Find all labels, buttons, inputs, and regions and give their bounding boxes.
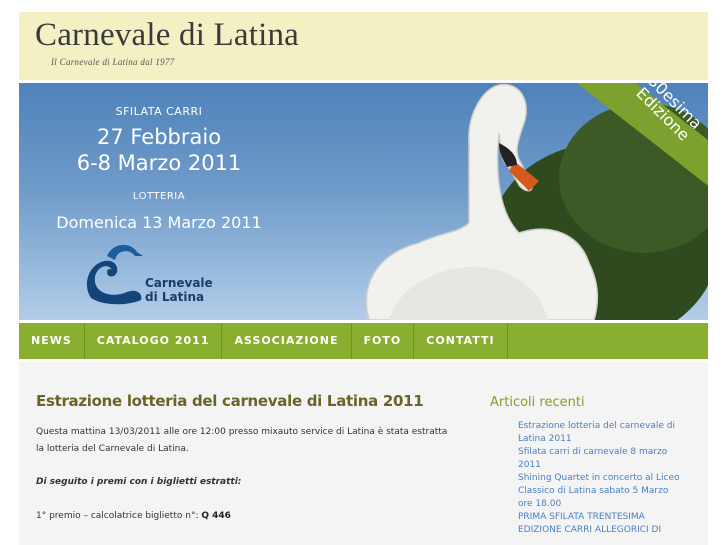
recent-post-link[interactable]: Sfilata carri di carnevale 8 marzo 2011	[518, 446, 683, 472]
banner-lotteria-label: LOTTERIA	[132, 191, 186, 202]
banner-lotteria-date: Domenica 13 Marzo 2011	[56, 213, 262, 232]
swan-logo-icon	[86, 244, 143, 305]
prize-ticket: Q 446	[201, 511, 231, 521]
recent-posts-list: Estrazione lotteria del carnevale di Lat…	[518, 420, 683, 537]
prize-text: 1° premio – calcolatrice biglietto n°:	[36, 511, 202, 521]
swan-sculpture-image	[365, 83, 599, 320]
banner-sfilata-label: SFILATA CARRI	[115, 105, 203, 118]
nav-item-foto[interactable]: FOTO	[352, 323, 415, 359]
banner-date-line2: 6-8 Marzo 2011	[76, 151, 242, 175]
post-paragraph-2: Di seguito i premi con i biglietti estra…	[36, 477, 242, 487]
nav-item-associazione[interactable]: ASSOCIAZIONE	[222, 323, 352, 359]
content-area: Estrazione lotteria del carnevale di Lat…	[19, 362, 708, 545]
logo-text: Carnevale di Latina	[145, 276, 213, 304]
logo-line1: Carnevale	[145, 276, 213, 290]
recent-post-link[interactable]: Shining Quartet in concerto al Liceo Cla…	[518, 472, 683, 511]
post-title[interactable]: Estrazione lotteria del carnevale di Lat…	[36, 392, 424, 410]
page: Carnevale di Latina Il Carnevale di Lati…	[0, 0, 727, 545]
sidebar-title: Articoli recenti	[490, 395, 585, 410]
nav-item-catalogo[interactable]: CATALOGO 2011	[85, 323, 223, 359]
main-nav: NEWS CATALOGO 2011 ASSOCIAZIONE FOTO CON…	[19, 323, 708, 359]
site-tagline: Il Carnevale di Latina dal 1977	[51, 57, 175, 67]
site-header: Carnevale di Latina Il Carnevale di Lati…	[19, 12, 708, 80]
site-title[interactable]: Carnevale di Latina	[35, 17, 299, 54]
post-prize-line: 1° premio – calcolatrice biglietto n°: Q…	[36, 508, 231, 525]
nav-item-news[interactable]: NEWS	[19, 323, 85, 359]
post-paragraph-1: Questa mattina 13/03/2011 alle ore 12:00…	[36, 427, 448, 454]
banner-date-line1: 27 Febbraio	[96, 125, 222, 149]
logo-line2: di Latina	[145, 290, 205, 304]
banner: SFILATA CARRI 27 Febbraio 6-8 Marzo 2011…	[19, 83, 708, 320]
nav-item-contatti[interactable]: CONTATTI	[414, 323, 508, 359]
recent-post-link[interactable]: PRIMA SFILATA TRENTESIMA EDIZIONE CARRI …	[518, 511, 683, 537]
recent-post-link[interactable]: Estrazione lotteria del carnevale di Lat…	[518, 420, 683, 446]
